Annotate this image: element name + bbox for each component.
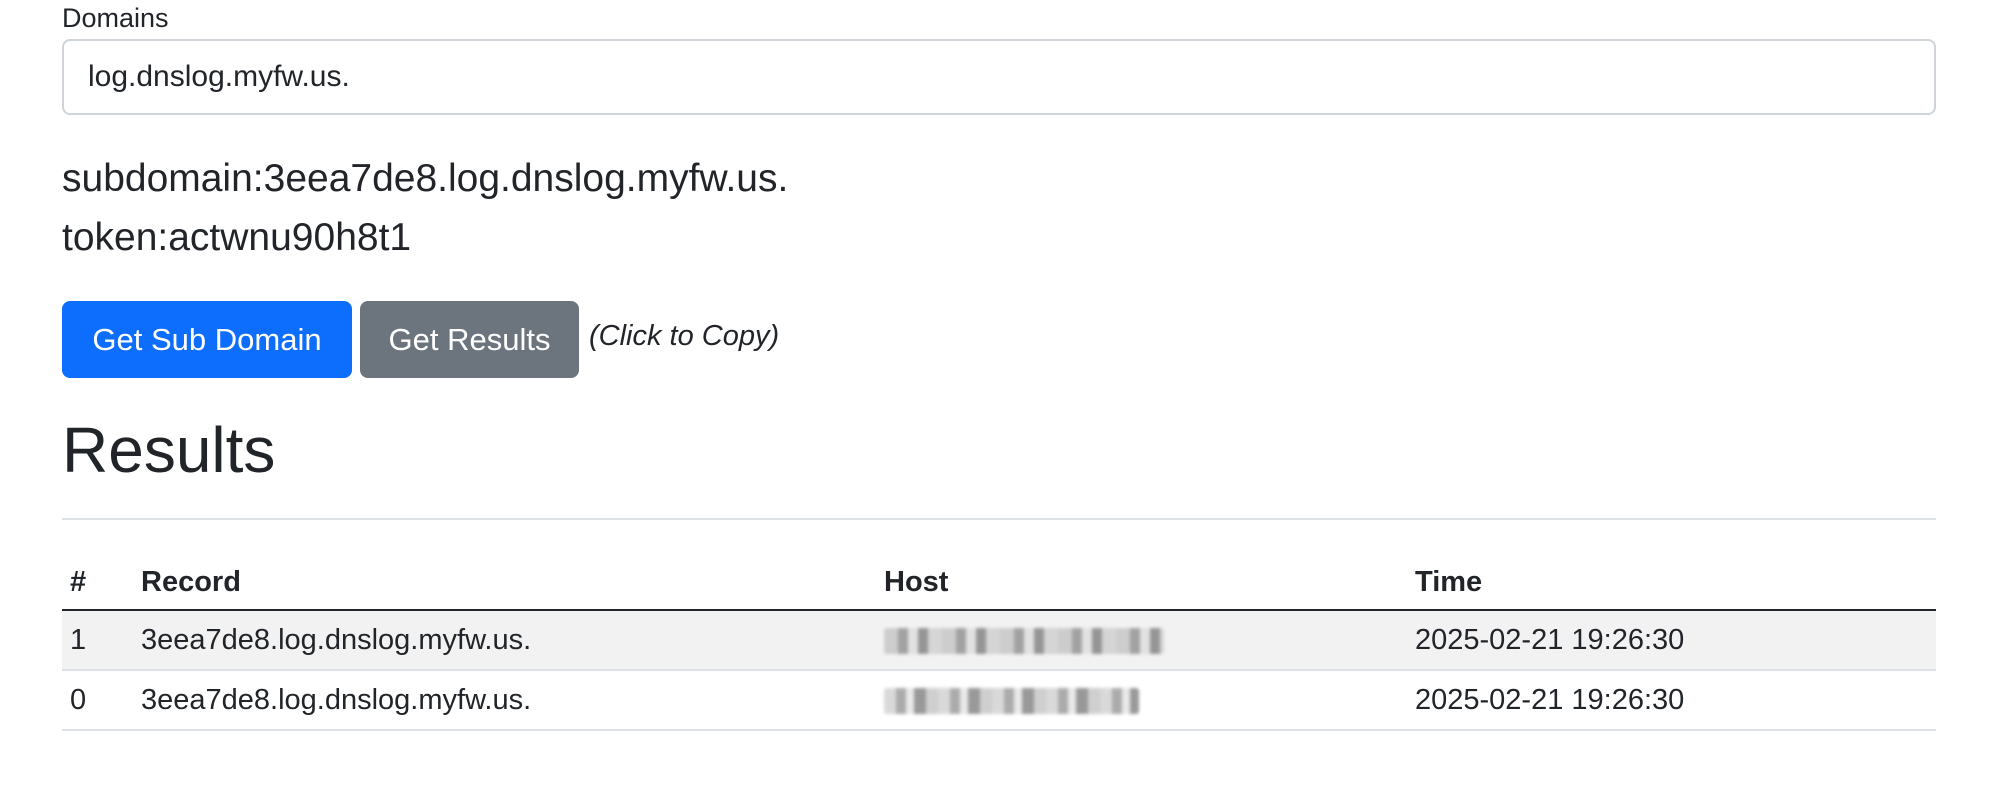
table-header-row: # Record Host Time bbox=[62, 556, 1936, 611]
copy-hint: (Click to Copy) bbox=[589, 320, 780, 352]
row-time: 2025-02-21 19:26:30 bbox=[1407, 670, 1936, 731]
row-host bbox=[876, 610, 1407, 671]
table-row: 1 3eea7de8.log.dnslog.myfw.us. 2025-02-2… bbox=[62, 610, 1936, 671]
row-number: 0 bbox=[62, 670, 133, 731]
results-heading: Results bbox=[62, 414, 276, 486]
row-time: 2025-02-21 19:26:30 bbox=[1407, 610, 1936, 671]
row-number: 1 bbox=[62, 610, 133, 671]
table-row: 0 3eea7de8.log.dnslog.myfw.us. 2025-02-2… bbox=[62, 670, 1936, 731]
get-results-button[interactable]: Get Results bbox=[360, 301, 579, 378]
results-table: # Record Host Time 1 3eea7de8.log.dnslog… bbox=[62, 556, 1936, 731]
results-divider bbox=[62, 518, 1936, 520]
subdomain-text[interactable]: subdomain:3eea7de8.log.dnslog.myfw.us. bbox=[62, 156, 788, 202]
column-header-time: Time bbox=[1407, 556, 1936, 611]
get-sub-domain-button[interactable]: Get Sub Domain bbox=[62, 301, 352, 378]
redacted-host bbox=[884, 627, 1164, 654]
column-header-host: Host bbox=[876, 556, 1407, 611]
domains-input[interactable] bbox=[62, 39, 1936, 115]
column-header-number: # bbox=[62, 556, 133, 611]
results-table-header: # Record Host Time bbox=[62, 556, 1936, 611]
results-table-body: 1 3eea7de8.log.dnslog.myfw.us. 2025-02-2… bbox=[62, 610, 1936, 731]
row-record: 3eea7de8.log.dnslog.myfw.us. bbox=[133, 610, 876, 671]
column-header-record: Record bbox=[133, 556, 876, 611]
domains-label: Domains bbox=[62, 3, 169, 33]
row-host bbox=[876, 670, 1407, 731]
token-text[interactable]: token:actwnu90h8t1 bbox=[62, 215, 411, 261]
row-record: 3eea7de8.log.dnslog.myfw.us. bbox=[133, 670, 876, 731]
page: Domains subdomain:3eea7de8.log.dnslog.my… bbox=[0, 0, 1998, 804]
redacted-host bbox=[884, 687, 1139, 714]
